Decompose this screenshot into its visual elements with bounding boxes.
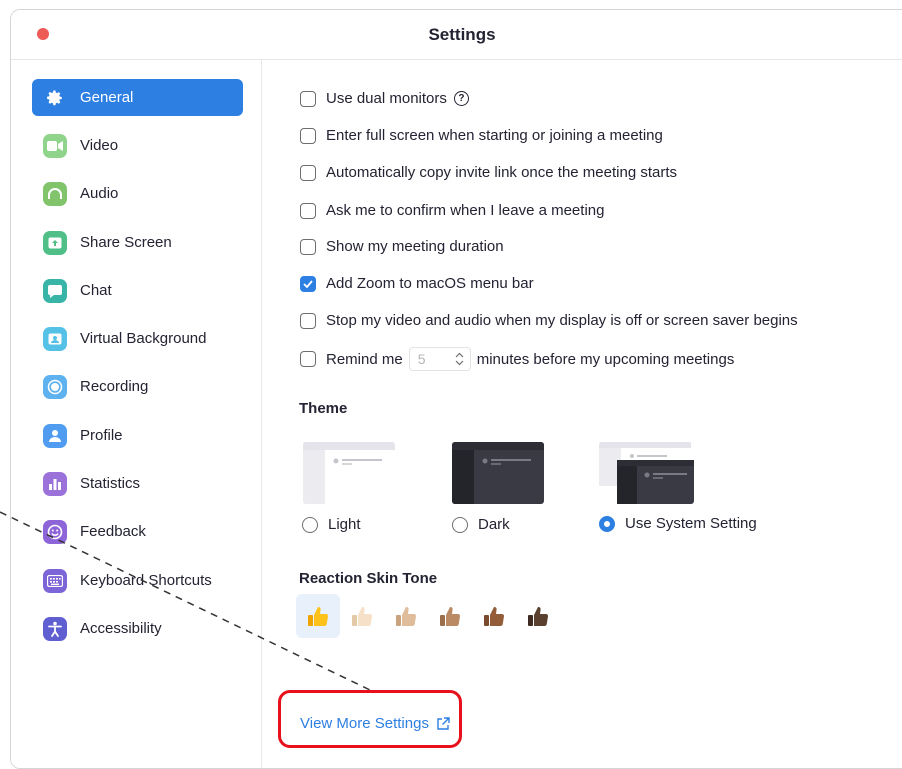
sidebar-item-accessibility[interactable]: Accessibility: [32, 610, 243, 647]
sidebar-item-label: Recording: [80, 378, 149, 395]
thumbs-up-icon: [396, 607, 417, 627]
skin-tone-medium-light[interactable]: [384, 594, 428, 638]
sidebar-item-label: Feedback: [80, 523, 146, 540]
option-label-before: Remind me: [326, 350, 403, 368]
sidebar-item-label: Audio: [80, 185, 119, 202]
stepper-value: 5: [417, 351, 426, 367]
thumbs-up-icon: [352, 607, 373, 627]
skin-tone-row: [296, 594, 560, 638]
annotation-highlight-box: [278, 690, 462, 748]
sidebar-item-keyboard-shortcuts[interactable]: Keyboard Shortcuts: [32, 562, 243, 599]
minutes-stepper[interactable]: 5: [408, 347, 471, 371]
theme-dark-thumbnail[interactable]: [452, 442, 544, 504]
window-title: Settings: [428, 25, 496, 44]
theme-light-thumbnail[interactable]: [303, 442, 395, 504]
sidebar-item-label: Virtual Background: [80, 330, 207, 347]
skin-tone-heading: Reaction Skin Tone: [299, 570, 438, 587]
keyboard-icon: [43, 568, 67, 593]
title-bar: Settings: [11, 10, 902, 60]
thumbs-up-icon: [308, 607, 329, 627]
person-frame-icon: [43, 326, 67, 351]
checkbox[interactable]: [300, 202, 316, 219]
skin-tone-default[interactable]: [296, 594, 340, 638]
option-label: Stop my video and audio when my display …: [326, 312, 798, 329]
skin-tone-light[interactable]: [340, 594, 384, 638]
radio-button[interactable]: [452, 516, 468, 533]
checkbox[interactable]: [300, 164, 316, 181]
settings-window: Settings General Video Audio Share Scree…: [10, 9, 902, 769]
general-settings-panel: Use dual monitors ? Enter full screen wh…: [262, 60, 902, 768]
option-label: Automatically copy invite link once the …: [326, 164, 677, 181]
skin-tone-dark[interactable]: [516, 594, 560, 638]
sidebar-item-general[interactable]: General: [32, 79, 243, 116]
skin-tone-medium[interactable]: [428, 594, 472, 638]
help-icon[interactable]: ?: [453, 91, 469, 106]
option-full-screen[interactable]: Enter full screen when starting or joini…: [300, 127, 663, 144]
sidebar-item-label: Statistics: [80, 475, 141, 492]
sidebar-item-virtual-background[interactable]: Virtual Background: [32, 320, 243, 357]
headphones-icon: [43, 181, 67, 206]
sidebar-item-label: Keyboard Shortcuts: [80, 572, 212, 589]
sidebar: General Video Audio Share Screen Chat Vi…: [11, 60, 262, 768]
skin-tone-medium-dark[interactable]: [472, 594, 516, 638]
option-confirm-leave[interactable]: Ask me to confirm when I leave a meeting: [300, 202, 604, 219]
option-label-after: minutes before my upcoming meetings: [476, 350, 735, 368]
accessibility-icon: [43, 616, 67, 641]
theme-option-light[interactable]: Light: [302, 516, 361, 533]
checkbox[interactable]: [300, 312, 316, 329]
theme-option-label: Light: [328, 516, 361, 533]
sidebar-item-label: Accessibility: [80, 620, 162, 637]
checkbox[interactable]: [300, 90, 316, 107]
option-dual-monitors[interactable]: Use dual monitors ?: [300, 90, 469, 107]
theme-option-label: Dark: [478, 516, 510, 533]
profile-icon: [43, 423, 67, 448]
checkbox[interactable]: [300, 351, 316, 367]
option-menu-bar[interactable]: Add Zoom to macOS menu bar: [300, 275, 534, 292]
radio-button[interactable]: [302, 516, 318, 533]
checkbox-checked[interactable]: [300, 275, 316, 292]
option-label: Add Zoom to macOS menu bar: [326, 275, 534, 292]
sidebar-item-label: General: [80, 89, 134, 106]
bar-chart-icon: [43, 471, 67, 496]
thumbs-up-icon: [440, 607, 461, 627]
record-icon: [43, 374, 67, 399]
checkbox[interactable]: [300, 127, 316, 144]
smiley-icon: [43, 519, 67, 544]
gear-icon: [43, 86, 67, 110]
up-down-arrows-icon: [455, 352, 464, 366]
option-label: Show my meeting duration: [326, 238, 504, 255]
sidebar-item-audio[interactable]: Audio: [32, 175, 243, 212]
sidebar-item-share-screen[interactable]: Share Screen: [32, 224, 243, 261]
sidebar-item-chat[interactable]: Chat: [32, 272, 243, 309]
sidebar-item-feedback[interactable]: Feedback: [32, 513, 243, 550]
sidebar-item-label: Chat: [80, 282, 112, 299]
option-copy-invite-link[interactable]: Automatically copy invite link once the …: [300, 164, 677, 181]
option-stop-video-audio[interactable]: Stop my video and audio when my display …: [300, 312, 798, 329]
checkmark-icon: [303, 279, 313, 288]
sidebar-item-video[interactable]: Video: [32, 127, 243, 164]
thumbs-up-icon: [484, 607, 505, 627]
option-remind-me[interactable]: Remind me 5 minutes before my upcoming m…: [300, 347, 734, 371]
theme-option-dark[interactable]: Dark: [452, 516, 510, 533]
radio-button-selected[interactable]: [599, 515, 615, 532]
sidebar-item-recording[interactable]: Recording: [32, 368, 243, 405]
sidebar-item-label: Video: [80, 137, 119, 154]
option-label: Use dual monitors: [326, 90, 447, 107]
video-camera-icon: [43, 133, 67, 158]
checkbox[interactable]: [300, 238, 316, 255]
theme-option-system[interactable]: Use System Setting: [599, 515, 757, 532]
sidebar-item-statistics[interactable]: Statistics: [32, 465, 243, 502]
theme-system-thumbnail[interactable]: [599, 442, 694, 504]
sidebar-item-label: Profile: [80, 427, 123, 444]
option-label: Enter full screen when starting or joini…: [326, 127, 663, 144]
sidebar-item-label: Share Screen: [80, 234, 172, 251]
chat-bubble-icon: [43, 278, 67, 303]
option-meeting-duration[interactable]: Show my meeting duration: [300, 238, 504, 255]
share-screen-icon: [43, 230, 67, 255]
sidebar-item-profile[interactable]: Profile: [32, 417, 243, 454]
theme-heading: Theme: [299, 400, 348, 417]
thumbs-up-icon: [528, 607, 549, 627]
option-label: Ask me to confirm when I leave a meeting: [326, 202, 605, 219]
theme-option-label: Use System Setting: [625, 515, 757, 532]
